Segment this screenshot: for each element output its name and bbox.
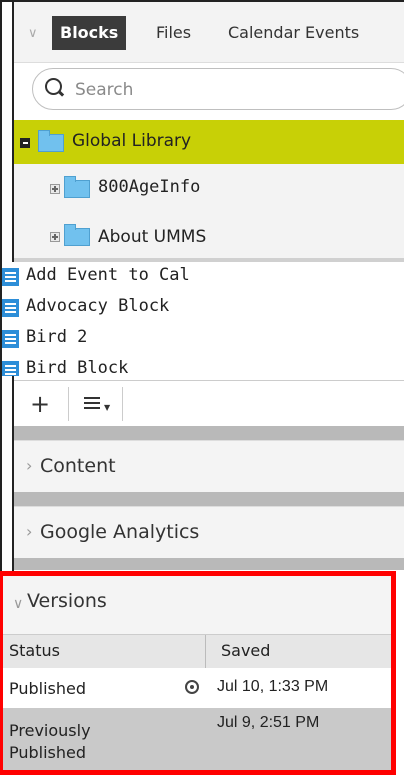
section-google-analytics[interactable]: › Google Analytics — [14, 506, 404, 559]
tree-item-label: Global Library — [72, 131, 192, 151]
expand-icon[interactable] — [50, 184, 60, 194]
version-saved: Jul 9, 2:51 PM — [217, 714, 320, 731]
list-item[interactable]: Add Event to Cal — [2, 264, 386, 290]
list-item[interactable]: Bird Block — [2, 357, 386, 376]
tree-item-about-umms[interactable]: About UMMS — [14, 212, 404, 260]
block-list: Add Event to Cal Advocacy Block Bird 2 B… — [2, 262, 404, 376]
column-header-status[interactable]: Status — [9, 641, 60, 660]
folder-icon — [38, 130, 64, 152]
search-box[interactable] — [32, 68, 404, 110]
search-input[interactable] — [73, 75, 397, 105]
toolbar-divider — [68, 387, 69, 421]
tab-files[interactable]: Files — [156, 16, 191, 50]
list-item[interactable]: Bird 2 — [2, 326, 386, 352]
search-icon — [45, 78, 62, 95]
tree-item-global-library[interactable]: Global Library — [14, 120, 404, 164]
column-divider[interactable] — [205, 635, 206, 669]
expand-icon[interactable] — [50, 232, 60, 242]
chevron-down-icon: ∨ — [13, 596, 24, 612]
chevron-down-icon[interactable]: ∨ — [28, 26, 38, 41]
list-menu-icon — [84, 397, 100, 399]
section-title: Content — [40, 455, 116, 477]
list-menu-button[interactable]: ▼ — [74, 387, 118, 421]
list-item-label: Bird Block — [26, 358, 129, 376]
toolbar-divider — [122, 387, 123, 421]
tree-item-800ageinfo[interactable]: 800AgeInfo — [14, 164, 404, 212]
separator-band — [14, 558, 404, 570]
block-icon — [2, 268, 19, 286]
table-row[interactable]: Previously Published Jul 9, 2:51 PM — [3, 708, 391, 770]
tab-calendar-events[interactable]: Calendar Events — [228, 16, 359, 50]
section-content[interactable]: › Content — [14, 440, 404, 493]
section-title: Versions — [27, 590, 107, 612]
collapse-icon[interactable] — [20, 138, 30, 148]
separator-band — [14, 426, 404, 440]
section-versions[interactable]: ∨ Versions — [3, 576, 391, 634]
current-version-icon — [185, 680, 199, 694]
tree-item-label: About UMMS — [98, 227, 207, 247]
folder-icon — [64, 224, 90, 246]
block-icon — [2, 361, 19, 376]
block-icon — [2, 299, 19, 317]
section-title: Google Analytics — [40, 521, 200, 543]
tree-item-label: 800AgeInfo — [98, 177, 201, 197]
tab-blocks[interactable]: Blocks — [52, 16, 127, 50]
separator-band — [14, 492, 404, 506]
chevron-right-icon: › — [26, 456, 33, 475]
folder-icon — [64, 176, 90, 198]
list-item-label: Add Event to Cal — [26, 265, 190, 285]
version-status: Previously Published — [9, 721, 91, 762]
block-icon — [2, 330, 19, 348]
version-status: Published — [9, 679, 87, 698]
version-saved: Jul 10, 1:33 PM — [217, 678, 329, 695]
list-item-label: Advocacy Block — [26, 296, 170, 316]
versions-table-header: Status Saved — [3, 634, 391, 670]
column-header-saved[interactable]: Saved — [221, 641, 270, 660]
add-button[interactable]: + — [20, 387, 60, 421]
caret-icon: ▼ — [104, 403, 111, 412]
chevron-right-icon: › — [26, 522, 33, 541]
list-item-label: Bird 2 — [26, 327, 88, 347]
versions-panel: ∨ Versions Status Saved Published Jul 10… — [0, 571, 396, 775]
table-row[interactable]: Published Jul 10, 1:33 PM — [3, 668, 391, 708]
list-toolbar: + ▼ — [14, 380, 404, 428]
list-item[interactable]: Advocacy Block — [2, 295, 386, 321]
tab-bar: ∨ Blocks Files Calendar Events — [14, 2, 404, 63]
